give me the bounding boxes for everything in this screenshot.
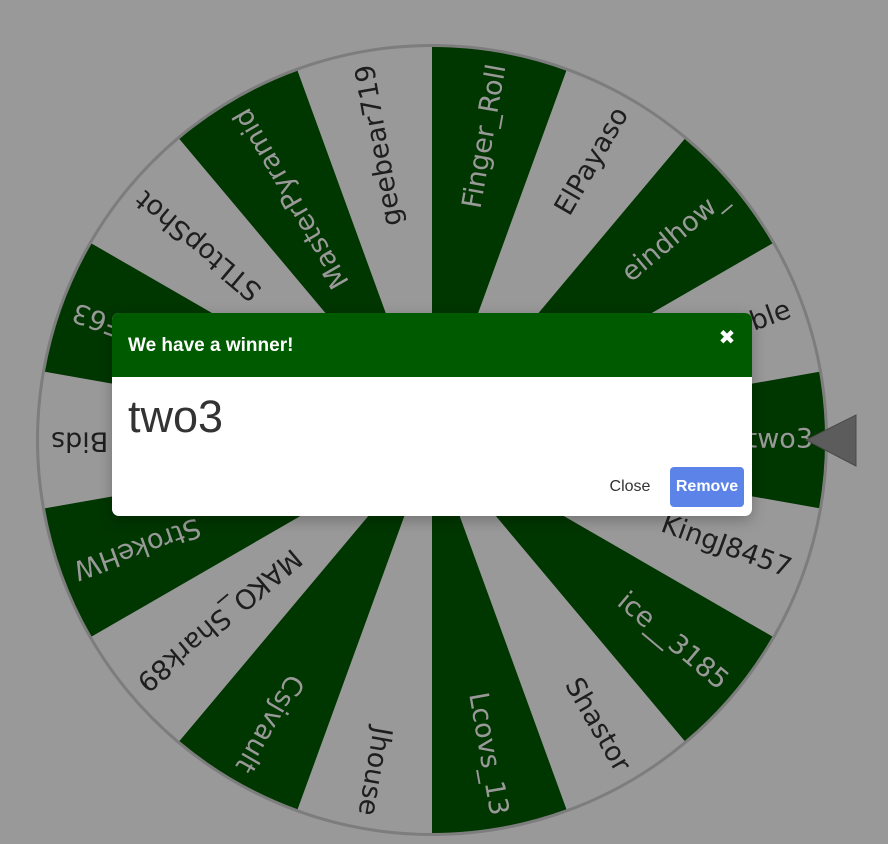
close-button[interactable]: Close xyxy=(600,467,660,507)
close-icon[interactable]: ✖ xyxy=(716,325,738,349)
dialog-title: We have a winner! xyxy=(128,335,294,356)
wheel-page: two3 KingJ8457 ice__3185 Shastor Lcovs_13 Jho… xyxy=(0,0,888,844)
dialog-header: We have a winner! ✖ xyxy=(112,313,752,377)
winner-name: two3 xyxy=(128,391,224,442)
winner-dialog: We have a winner! ✖ two3 Close Remove xyxy=(112,313,752,516)
remove-button[interactable]: Remove xyxy=(670,467,744,507)
